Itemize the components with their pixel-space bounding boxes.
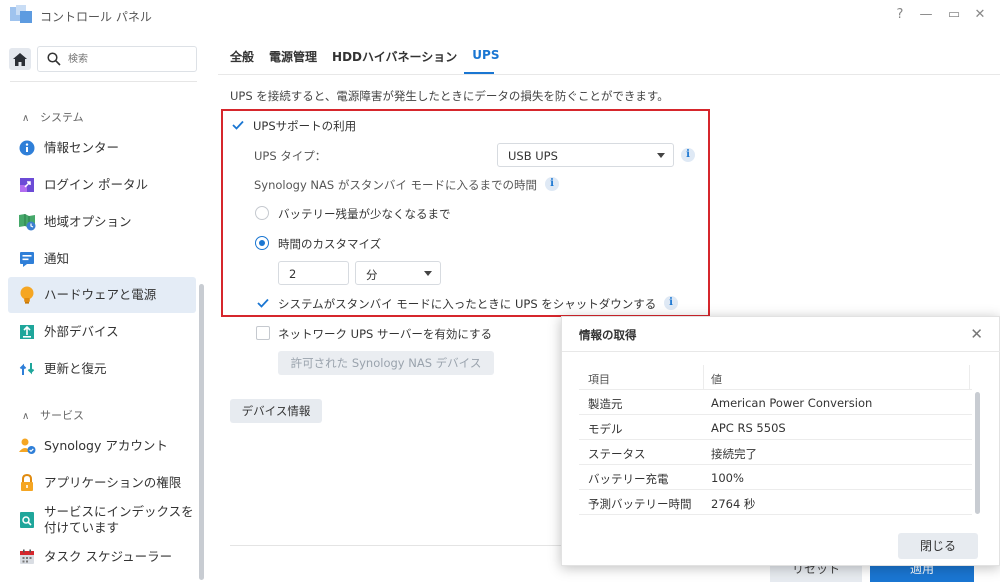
radio-custom-time-label: 時間のカスタマイズ bbox=[278, 237, 382, 251]
info-icon[interactable]: i bbox=[545, 177, 559, 191]
ups-type-label: UPS タイプ： bbox=[254, 149, 327, 163]
table-row: バッテリー充電 100% bbox=[579, 465, 972, 490]
checkmark-icon bbox=[232, 120, 244, 130]
standby-time-label: Synology NAS がスタンバイ モードに入るまでの時間 bbox=[254, 178, 538, 192]
lightbulb-icon bbox=[18, 286, 36, 304]
dialog-close-button[interactable]: 閉じる bbox=[898, 533, 978, 559]
login-portal-icon bbox=[18, 176, 36, 194]
search-icon bbox=[47, 52, 61, 66]
column-divider[interactable] bbox=[703, 365, 704, 390]
sidebar-scrollbar[interactable] bbox=[199, 284, 204, 580]
network-ups-server-label: ネットワーク UPS サーバーを有効にする bbox=[278, 327, 492, 341]
dialog-scrollbar[interactable] bbox=[975, 392, 980, 514]
sidebar-item-notification[interactable]: 通知 bbox=[8, 241, 196, 277]
time-value-input[interactable]: 2 bbox=[278, 261, 349, 285]
notification-icon bbox=[18, 250, 36, 268]
sidebar-item-indexing-service[interactable]: サービスにインデックスを付けています bbox=[8, 500, 196, 540]
dialog-title: 情報の取得 bbox=[579, 328, 637, 342]
sidebar-item-app-permissions[interactable]: アプリケーションの権限 bbox=[8, 465, 196, 501]
close-window-button[interactable]: ✕ bbox=[972, 7, 988, 22]
section-services[interactable]: ∧ サービス bbox=[22, 407, 84, 423]
sidebar-divider bbox=[10, 81, 197, 82]
calendar-icon bbox=[18, 548, 36, 566]
tab-ups[interactable]: UPS bbox=[472, 48, 499, 68]
ups-type-select[interactable]: USB UPS bbox=[497, 143, 674, 167]
active-tab-indicator bbox=[464, 72, 494, 74]
sidebar-item-update-restore[interactable]: 更新と復元 bbox=[8, 351, 196, 387]
radio-low-battery[interactable] bbox=[255, 206, 269, 220]
tab-general[interactable]: 全般 bbox=[230, 48, 254, 68]
ups-enable-label: UPSサポートの利用 bbox=[253, 119, 357, 133]
tab-divider bbox=[218, 74, 1000, 75]
update-restore-icon bbox=[18, 360, 36, 378]
section-system[interactable]: ∧ システム bbox=[22, 109, 84, 125]
control-panel-icon bbox=[10, 5, 32, 25]
table-row: 予測バッテリー時間 2764 秒 bbox=[579, 490, 972, 515]
dialog-divider bbox=[562, 351, 1000, 352]
header-value: 値 bbox=[711, 373, 722, 386]
ups-description: UPS を接続すると、電源障害が発生したときにデータの損失を防ぐことができます。 bbox=[230, 89, 669, 103]
info-icon[interactable]: i bbox=[664, 296, 678, 310]
home-button[interactable] bbox=[9, 48, 31, 70]
lock-icon bbox=[18, 474, 36, 492]
allowed-nas-devices-button[interactable]: 許可された Synology NAS デバイス bbox=[278, 351, 494, 375]
maximize-button[interactable]: ▭ bbox=[946, 7, 962, 22]
checkmark-icon bbox=[257, 298, 269, 308]
header-key: 項目 bbox=[588, 373, 610, 386]
sidebar-item-regional-options[interactable]: 地域オプション bbox=[8, 204, 196, 240]
info-icon[interactable]: i bbox=[681, 148, 695, 162]
network-ups-server-checkbox[interactable] bbox=[256, 326, 270, 340]
help-button[interactable]: ? bbox=[892, 7, 908, 22]
sidebar-item-hardware-power[interactable]: ハードウェアと電源 bbox=[8, 277, 196, 313]
chevron-up-icon: ∧ bbox=[22, 113, 30, 124]
device-info-button[interactable]: デバイス情報 bbox=[230, 399, 322, 423]
home-icon bbox=[13, 52, 27, 66]
table-row: モデル APC RS 550S bbox=[579, 415, 972, 440]
sidebar-item-synology-account[interactable]: Synology アカウント bbox=[8, 428, 196, 464]
chevron-up-icon: ∧ bbox=[22, 411, 30, 422]
sidebar-item-login-portal[interactable]: ログイン ポータル bbox=[8, 167, 196, 203]
shutdown-ups-label: システムがスタンバイ モードに入ったときに UPS をシャットダウンする bbox=[278, 297, 657, 311]
regional-options-icon bbox=[18, 213, 36, 231]
external-device-icon bbox=[18, 323, 36, 341]
shutdown-ups-checkbox[interactable] bbox=[256, 296, 270, 310]
column-divider[interactable] bbox=[969, 365, 970, 390]
table-header: 項目 値 bbox=[579, 365, 972, 390]
info-table: 項目 値 製造元 American Power Conversion モデル A… bbox=[579, 365, 972, 515]
table-row: ステータス 接続完了 bbox=[579, 440, 972, 465]
sidebar: ∧システム 情報センター ログイン ポータル 地域オプション 通知 ハードウェア… bbox=[0, 30, 207, 582]
sidebar-item-task-scheduler[interactable]: タスク スケジューラー bbox=[8, 539, 196, 575]
info-circle-icon bbox=[18, 139, 36, 157]
ups-enable-checkbox[interactable] bbox=[231, 118, 245, 132]
radio-custom-time[interactable] bbox=[255, 236, 269, 250]
close-icon[interactable]: ✕ bbox=[970, 325, 983, 343]
synology-account-icon bbox=[18, 437, 36, 455]
tab-hdd-hibernation[interactable]: HDDハイバネーション bbox=[332, 48, 457, 68]
table-row: 製造元 American Power Conversion bbox=[579, 390, 972, 415]
indexing-service-icon bbox=[18, 511, 36, 529]
window-title: コントロール パネル bbox=[40, 10, 152, 24]
search-input[interactable] bbox=[68, 51, 188, 67]
radio-low-battery-label: バッテリー残量が少なくなるまで bbox=[278, 207, 451, 221]
minimize-button[interactable]: — bbox=[918, 7, 934, 22]
tab-bar: 全般 電源管理 HDDハイバネーション UPS bbox=[230, 48, 514, 68]
chevron-down-icon bbox=[424, 271, 432, 276]
chevron-down-icon bbox=[657, 153, 665, 158]
sidebar-item-info-center[interactable]: 情報センター bbox=[8, 130, 196, 166]
title-bar: コントロール パネル ? — ▭ ✕ bbox=[0, 0, 1000, 30]
get-info-dialog: 情報の取得 ✕ 項目 値 製造元 American Power Conversi… bbox=[561, 316, 1000, 566]
time-unit-select[interactable]: 分 bbox=[355, 261, 441, 285]
sidebar-item-external-devices[interactable]: 外部デバイス bbox=[8, 314, 196, 350]
search-box[interactable] bbox=[37, 46, 197, 72]
tab-power[interactable]: 電源管理 bbox=[269, 48, 317, 68]
